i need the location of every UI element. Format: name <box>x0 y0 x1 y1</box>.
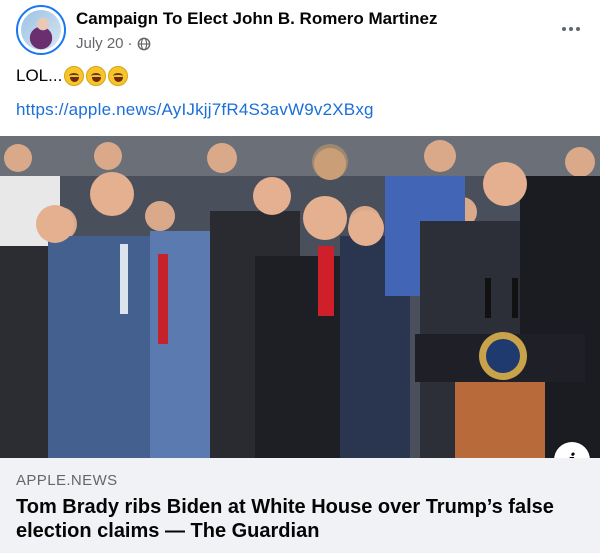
page-name-link[interactable]: Campaign To Elect John B. Romero Martine… <box>76 9 437 29</box>
globe-icon[interactable] <box>137 37 151 51</box>
post-date[interactable]: July 20 <box>76 35 124 52</box>
link-preview-caption[interactable]: APPLE.NEWS Tom Brady ribs Biden at White… <box>0 458 600 553</box>
post-text-content: LOL... <box>16 66 63 85</box>
post-meta: July 20 · <box>76 35 151 52</box>
group-photo <box>0 136 600 458</box>
post-text: LOL... <box>16 66 129 86</box>
more-options-icon[interactable] <box>556 14 586 44</box>
post-header: Campaign To Elect John B. Romero Martine… <box>0 0 600 62</box>
laughing-emoji-icon <box>108 66 129 86</box>
laughing-emoji-icon <box>64 66 85 86</box>
link-domain: APPLE.NEWS <box>16 472 118 489</box>
link-title[interactable]: Tom Brady ribs Biden at White House over… <box>16 495 576 543</box>
link-preview-card[interactable]: i APPLE.NEWS Tom Brady ribs Biden at Whi… <box>0 136 600 553</box>
link-preview-image[interactable] <box>0 136 600 458</box>
page-avatar[interactable] <box>16 5 66 55</box>
meta-separator: · <box>127 35 133 52</box>
laughing-emoji-icon <box>86 66 107 86</box>
post-link[interactable]: https://apple.news/AyIJkjj7fR4S3avW9v2XB… <box>16 100 374 120</box>
avatar-image <box>21 10 61 50</box>
